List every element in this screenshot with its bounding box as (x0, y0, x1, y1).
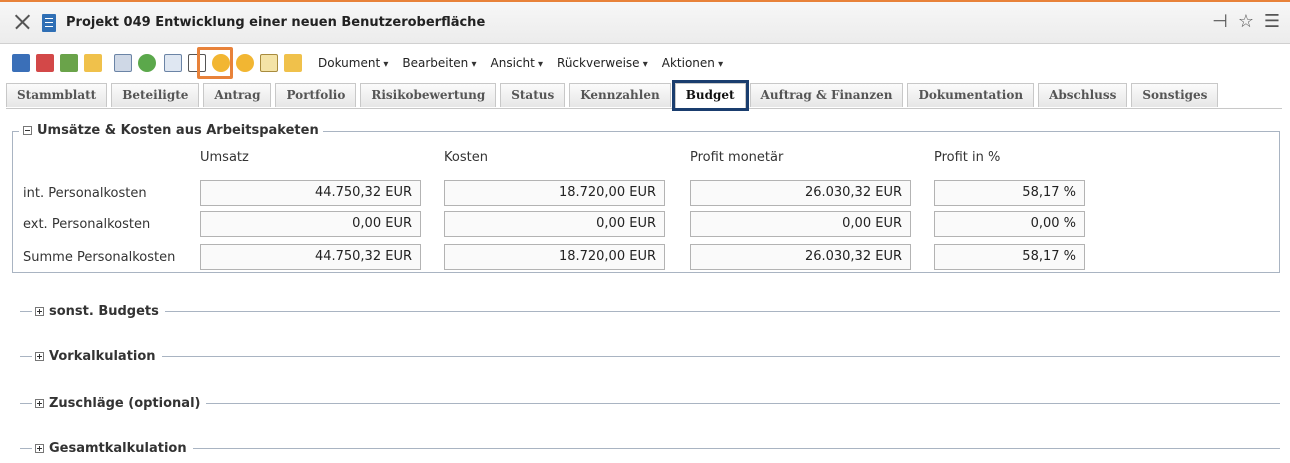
expand-icon[interactable] (35, 351, 44, 361)
value-field: 18.720,00 EUR (444, 244, 665, 270)
collapse-icon[interactable] (23, 126, 32, 135)
menu-icon[interactable]: ☰ (1262, 12, 1282, 32)
tab-bar: Stammblatt Beteiligte Antrag Portfolio R… (6, 80, 1282, 111)
tab-budget[interactable]: Budget (671, 80, 749, 111)
column-header-kosten: Kosten (444, 150, 488, 165)
section-sonst-budgets[interactable]: sonst. Budgets (20, 303, 1280, 319)
tab-auftrag-finanzen[interactable]: Auftrag & Finanzen (749, 83, 904, 107)
section-label: sonst. Budgets (49, 303, 159, 319)
tab-abschluss[interactable]: Abschluss (1038, 83, 1128, 107)
value-field: 58,17 % (934, 180, 1085, 206)
toolbar: Dokument Bearbeiten Ansicht Rückverweise… (0, 46, 1290, 80)
section-vorkalkulation[interactable]: Vorkalkulation (20, 348, 1280, 364)
export-folder-icon[interactable] (284, 54, 302, 72)
coins-icon[interactable] (236, 54, 254, 72)
section-label: Vorkalkulation (49, 348, 156, 364)
value-field: 0,00 EUR (690, 211, 911, 237)
value-field: 44.750,32 EUR (200, 180, 421, 206)
tab-dokumentation[interactable]: Dokumentation (907, 83, 1035, 107)
menu-ansicht[interactable]: Ansicht (491, 56, 544, 70)
window-title: Projekt 049 Entwicklung einer neuen Benu… (66, 15, 486, 30)
section-label: Zuschläge (optional) (49, 395, 201, 411)
value-field: 26.030,32 EUR (690, 180, 911, 206)
checklist-icon[interactable] (260, 54, 278, 72)
section-header[interactable]: Umsätze & Kosten aus Arbeitspaketen (19, 123, 323, 138)
menu-bar: Dokument Bearbeiten Ansicht Rückverweise… (318, 56, 723, 70)
report-icon[interactable] (164, 54, 182, 72)
column-header-profit-monetaer: Profit monetär (690, 150, 784, 165)
expand-icon[interactable] (35, 306, 44, 316)
pin-icon[interactable]: ⊣ (1210, 12, 1230, 32)
value-field: 44.750,32 EUR (200, 244, 421, 270)
refresh-check-icon[interactable] (138, 54, 156, 72)
value-field: 0,00 EUR (200, 211, 421, 237)
row-label-int: int. Personalkosten (23, 186, 147, 201)
expand-icon[interactable] (35, 398, 44, 408)
value-field: 58,17 % (934, 244, 1085, 270)
tab-antrag[interactable]: Antrag (203, 83, 272, 107)
menu-aktionen[interactable]: Aktionen (662, 56, 723, 70)
title-bar: Projekt 049 Entwicklung einer neuen Benu… (0, 0, 1290, 44)
expand-icon[interactable] (35, 443, 44, 453)
value-field: 0,00 EUR (444, 211, 665, 237)
menu-bearbeiten[interactable]: Bearbeiten (402, 56, 476, 70)
section-zuschlaege[interactable]: Zuschläge (optional) (20, 395, 1280, 411)
tab-status[interactable]: Status (500, 83, 566, 107)
star-icon[interactable]: ☆ (1236, 12, 1256, 32)
tab-risikobewertung[interactable]: Risikobewertung (360, 83, 497, 107)
folder-icon[interactable] (84, 54, 102, 72)
save-icon[interactable] (12, 54, 30, 72)
delete-icon[interactable] (36, 54, 54, 72)
section-label: Gesamtkalkulation (49, 440, 187, 456)
value-field: 26.030,32 EUR (690, 244, 911, 270)
close-icon[interactable] (8, 8, 38, 38)
row-label-ext: ext. Personalkosten (23, 217, 151, 232)
table-icon[interactable] (114, 54, 132, 72)
section-gesamtkalkulation[interactable]: Gesamtkalkulation (20, 440, 1280, 456)
tab-kennzahlen[interactable]: Kennzahlen (569, 83, 671, 107)
tab-beteiligte[interactable]: Beteiligte (111, 83, 200, 107)
menu-dokument[interactable]: Dokument (318, 56, 388, 70)
download-icon[interactable] (60, 54, 78, 72)
row-label-summe: Summe Personalkosten (23, 250, 176, 265)
column-header-umsatz: Umsatz (200, 150, 249, 165)
value-field: 0,00 % (934, 211, 1085, 237)
document-icon (42, 13, 56, 32)
toolbar-highlight (197, 47, 233, 79)
value-field: 18.720,00 EUR (444, 180, 665, 206)
tab-portfolio[interactable]: Portfolio (275, 83, 357, 107)
column-header-profit-prozent: Profit in % (934, 150, 1001, 165)
tab-stammblatt[interactable]: Stammblatt (6, 83, 108, 107)
tab-sonstiges[interactable]: Sonstiges (1131, 83, 1219, 107)
section-title: Umsätze & Kosten aus Arbeitspaketen (37, 123, 319, 138)
menu-rueckverweise[interactable]: Rückverweise (557, 56, 648, 70)
